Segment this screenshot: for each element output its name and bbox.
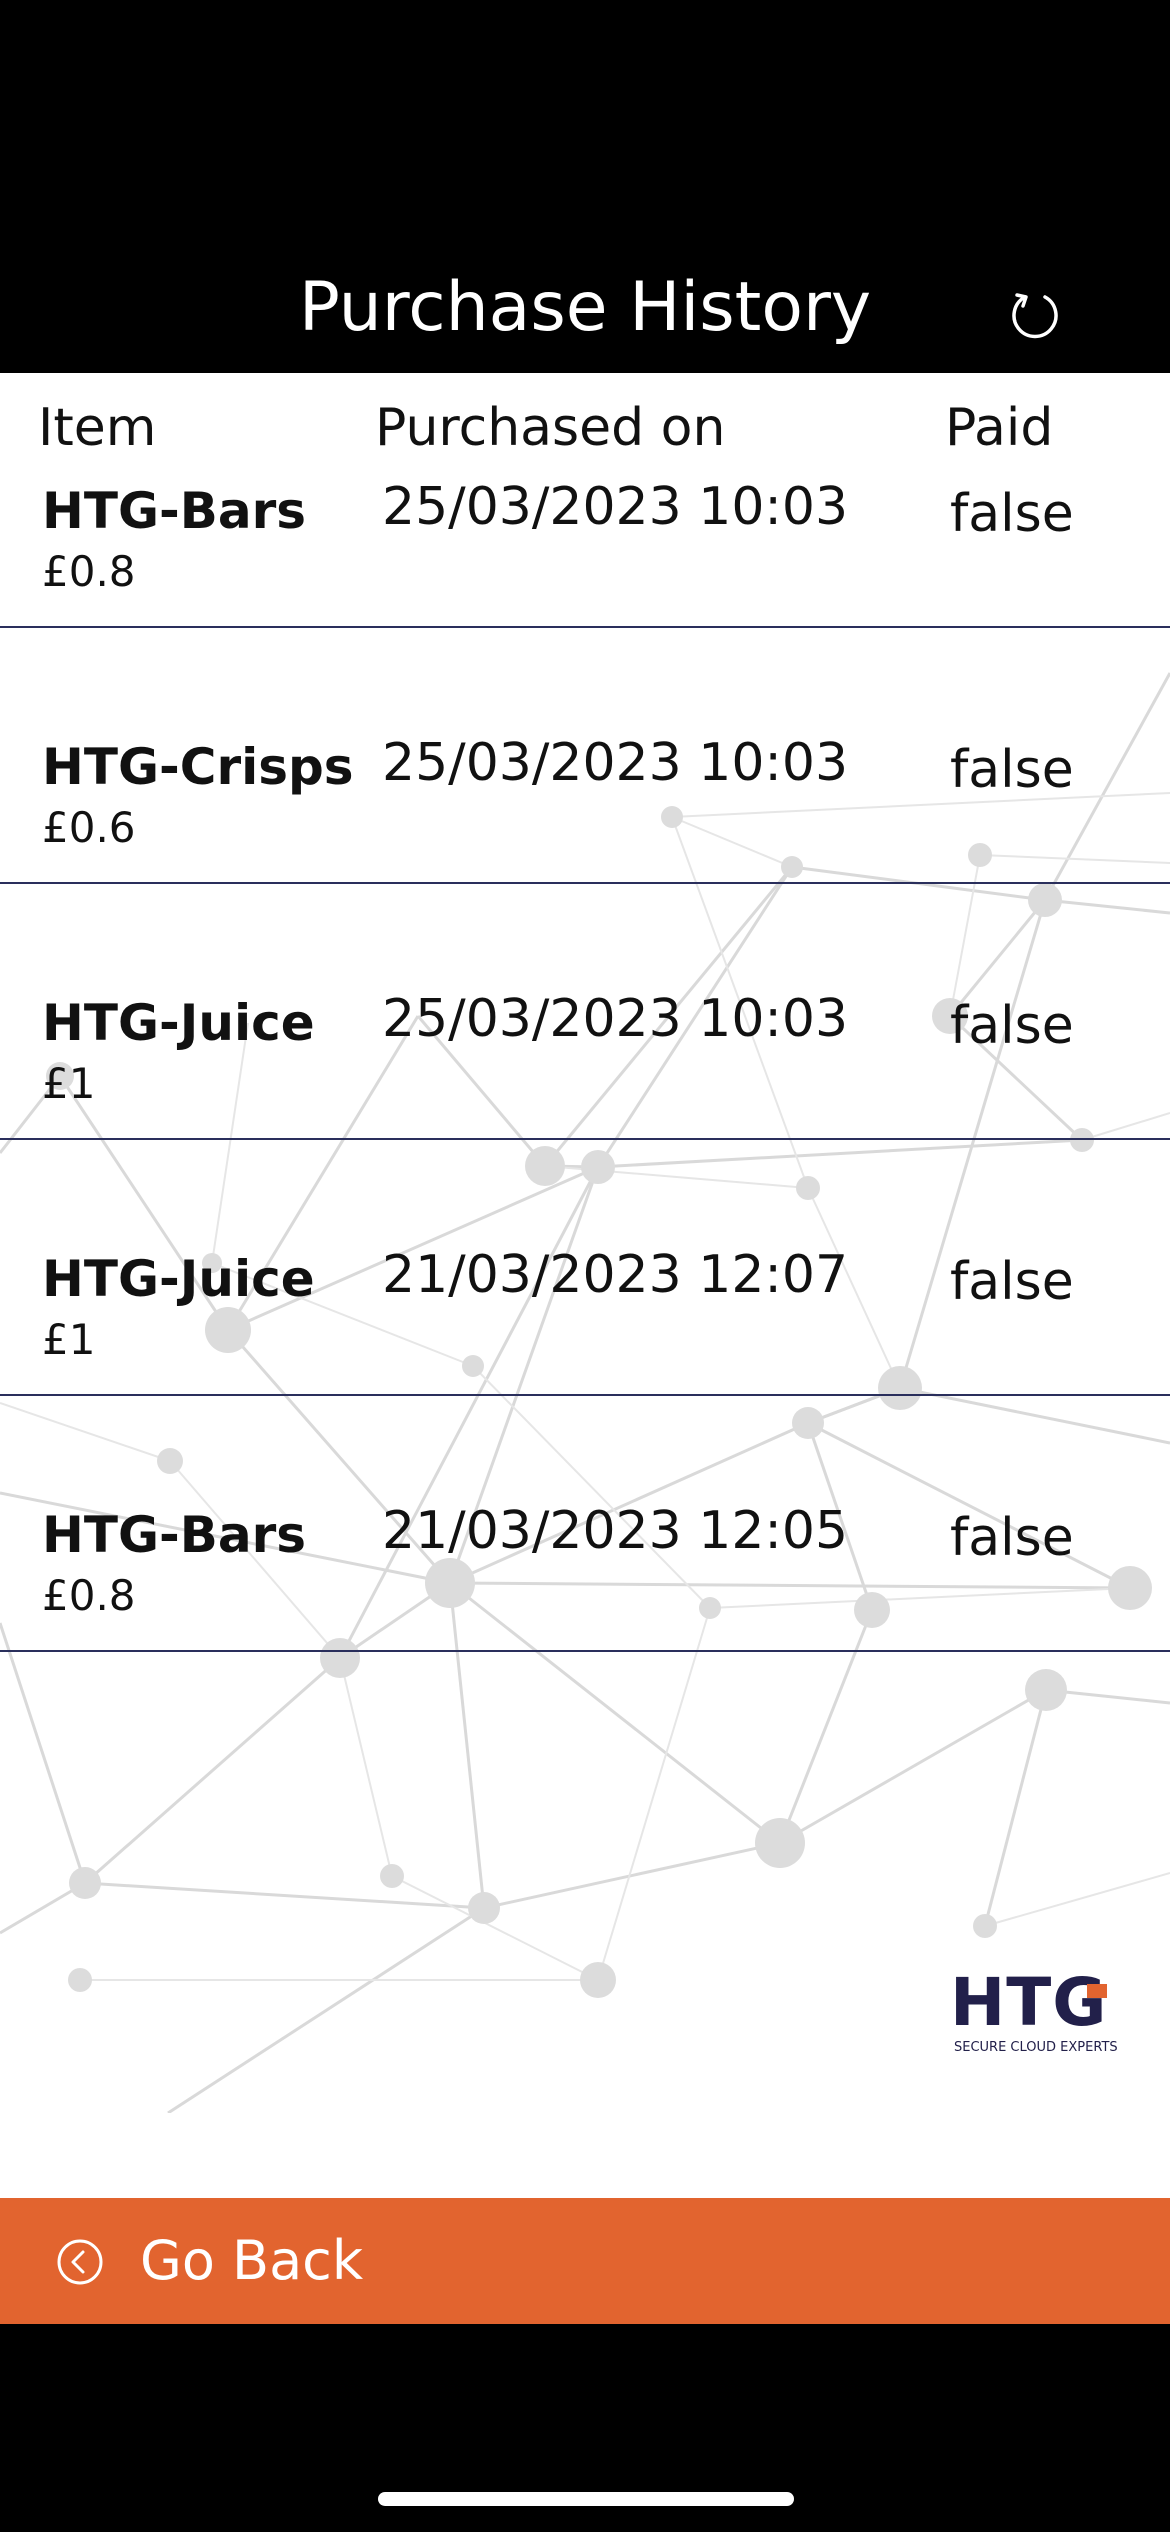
purchase-row[interactable]: HTG-Juice £1 25/03/2023 10:03 false [0, 884, 1170, 1140]
paid-status: false [950, 740, 1074, 800]
purchase-date: 25/03/2023 10:03 [382, 733, 849, 793]
item-price: £0.6 [42, 803, 136, 852]
purchase-row[interactable]: HTG-Bars £0.8 21/03/2023 12:05 false [0, 1396, 1170, 1652]
purchase-date: 25/03/2023 10:03 [382, 477, 849, 537]
purchase-row[interactable]: HTG-Crisps £0.6 25/03/2023 10:03 false [0, 628, 1170, 884]
purchase-row[interactable]: HTG-Juice £1 21/03/2023 12:07 false [0, 1140, 1170, 1396]
paid-status: false [950, 484, 1074, 544]
paid-status: false [950, 1252, 1074, 1312]
htg-logo: HTG SECURE CLOUD EXPERTS [950, 1964, 1118, 2058]
logo-text: HTG [950, 1964, 1108, 2041]
item-name: HTG-Bars [42, 1506, 307, 1564]
chevron-left-circle-icon [57, 2239, 103, 2285]
purchase-row[interactable]: HTG-Bars £0.8 25/03/2023 10:03 false [0, 373, 1170, 628]
item-name: HTG-Crisps [42, 738, 354, 796]
paid-status: false [950, 996, 1074, 1056]
app-screen: Purchase History Item Purchased on Paid … [0, 0, 1170, 2532]
item-price: £0.8 [42, 1571, 136, 1620]
page-title: Purchase History [298, 268, 872, 347]
item-price: £1 [42, 1059, 96, 1108]
item-price: £1 [42, 1315, 96, 1364]
item-price: £0.8 [42, 547, 136, 596]
purchase-date: 25/03/2023 10:03 [382, 989, 849, 1049]
item-name: HTG-Juice [42, 994, 315, 1052]
purchase-list-panel: Item Purchased on Paid HTG-Bars £0.8 25/… [0, 373, 1170, 2113]
refresh-button[interactable] [1000, 280, 1070, 350]
go-back-button[interactable]: Go Back [0, 2198, 1170, 2324]
purchase-date: 21/03/2023 12:07 [382, 1245, 849, 1305]
logo-tagline: SECURE CLOUD EXPERTS [954, 2040, 1118, 2055]
header-bar: Purchase History [0, 0, 1170, 373]
refresh-icon [1012, 293, 1058, 339]
purchase-date: 21/03/2023 12:05 [382, 1501, 849, 1561]
paid-status: false [950, 1508, 1074, 1568]
home-indicator[interactable] [378, 2492, 794, 2506]
go-back-label: Go Back [140, 2229, 364, 2292]
spacer [0, 2113, 1170, 2198]
item-name: HTG-Juice [42, 1250, 315, 1308]
item-name: HTG-Bars [42, 482, 307, 540]
